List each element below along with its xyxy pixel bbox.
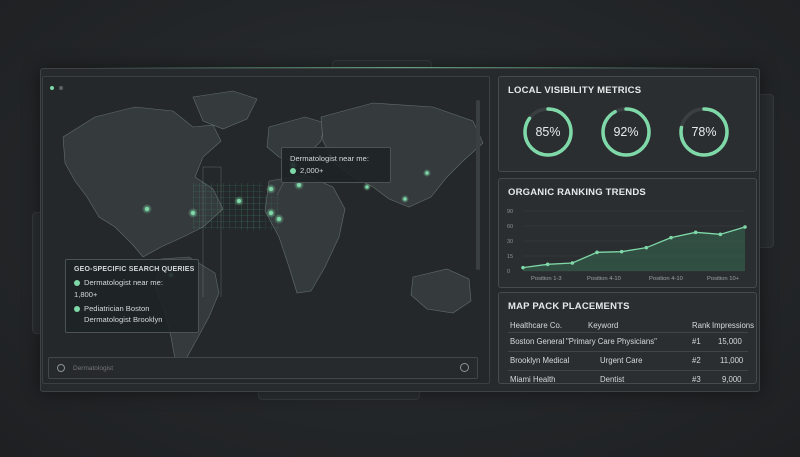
table-cell: "Primary Care Physicians": [566, 337, 657, 346]
continent-greenland: [192, 90, 258, 130]
table-cell: #1: [692, 337, 701, 346]
location-marker: [425, 171, 429, 175]
gauge-value: 92%: [613, 125, 639, 139]
pin-icon: [74, 306, 80, 312]
table-cell: #3: [692, 375, 701, 384]
table-cell: 9,000: [722, 375, 742, 384]
table-row[interactable]: Boston General "Primary Care Physicians"…: [508, 333, 748, 352]
location-marker: [277, 217, 281, 221]
gauge-1: 85%: [521, 105, 575, 159]
pin-icon: [74, 280, 80, 286]
data-point: [619, 249, 624, 254]
search-bar[interactable]: [48, 357, 478, 379]
x-tick-label: Position 10+: [707, 276, 740, 282]
data-point: [743, 225, 747, 229]
search-icon: [57, 364, 65, 372]
data-point: [570, 261, 575, 265]
ranking-chart: 90 60 30 15 0 Position 1-3 Position 4-10 Positi…: [507, 209, 747, 282]
visibility-title: LOCAL VISIBILITY METRICS: [508, 85, 642, 96]
table-cell: Boston General: [510, 337, 565, 346]
data-point: [595, 250, 599, 255]
location-marker: [145, 207, 149, 211]
y-tick-label: 90: [507, 209, 513, 215]
table-row[interactable]: Miami Health Dentist #3 9,000: [508, 371, 748, 389]
world-map: [62, 90, 484, 362]
table-cell: Miami Health: [510, 375, 556, 384]
col-header: Keyword: [588, 321, 619, 330]
map-pack-table: Healthcare Co. Keyword Rank Impressions …: [508, 317, 754, 389]
data-point: [669, 235, 673, 240]
x-tick-label: Position 4-10: [587, 276, 621, 282]
col-header: Rank: [692, 321, 711, 330]
map-scrollbar[interactable]: [476, 100, 480, 270]
geo-queries-panel[interactable]: GEO-SPECIFIC SEARCH QUERIES Dermatologis…: [65, 259, 199, 333]
tooltip-query: Dermatologist near me:: [290, 154, 369, 163]
table-cell: #2: [692, 356, 701, 365]
gauge-value: 85%: [535, 125, 561, 139]
table-cell: 11,000: [720, 356, 744, 365]
gauge-3: 78%: [677, 105, 731, 159]
pin-icon: [290, 168, 296, 174]
search-input[interactable]: [71, 361, 455, 375]
location-marker: [191, 211, 195, 215]
col-header: Healthcare Co.: [510, 321, 563, 330]
y-tick-label: 60: [507, 224, 513, 230]
x-tick-label: Position 4-10: [649, 276, 683, 282]
table-cell: Urgent Care: [600, 356, 643, 365]
query-label: Dermatologist Brooklyn: [84, 315, 163, 324]
continent-north-america: [62, 106, 224, 258]
data-point: [718, 232, 723, 237]
query-value: 1,800+: [74, 290, 98, 299]
data-point: [644, 245, 649, 250]
location-marker: [365, 185, 369, 189]
world-map-panel[interactable]: Dermatologist near me: 2,000+ GEO-SPECIF…: [42, 76, 490, 384]
x-tick-label: Position 1-3: [531, 276, 562, 282]
location-marker: [403, 197, 407, 201]
table-header: Healthcare Co. Keyword Rank Impressions: [508, 317, 754, 333]
location-marker: [297, 183, 301, 187]
gauge-2: 92%: [599, 105, 653, 159]
col-header: Impressions: [712, 321, 755, 330]
location-marker: [269, 211, 273, 215]
table-cell: 15,000: [718, 337, 742, 346]
table-row[interactable]: Brooklyn Medical Urgent Care #2 11,000: [508, 352, 748, 371]
location-marker: [269, 187, 273, 191]
target-icon[interactable]: [460, 363, 469, 372]
tooltip-count: 2,000+: [300, 166, 324, 175]
ranking-trends-card: ORGANIC RANKING TRENDS 90 60 30 15 0 Position…: [498, 178, 757, 288]
y-tick-label: 15: [507, 254, 513, 260]
table-cell: Brooklyn Medical: [510, 356, 570, 365]
continent-australia: [410, 268, 472, 314]
query-label: Dermatologist near me:: [84, 278, 163, 287]
continent-africa: [264, 174, 346, 294]
y-tick-label: 30: [507, 239, 513, 245]
query-label: Pediatrician Boston: [84, 304, 150, 313]
gauge-value: 78%: [691, 125, 717, 139]
data-point: [545, 262, 550, 267]
y-tick-label: 0: [507, 269, 510, 275]
location-marker: [237, 199, 241, 203]
geo-queries-title: GEO-SPECIFIC SEARCH QUERIES: [74, 266, 195, 273]
map-pack-card: MAP PACK PLACEMENTS Healthcare Co. Keywo…: [498, 292, 757, 384]
accent-glow-line: [90, 67, 720, 68]
visibility-card: LOCAL VISIBILITY METRICS 85% 92% 78%: [498, 76, 757, 172]
data-point: [693, 230, 698, 235]
map-pack-title: MAP PACK PLACEMENTS: [508, 301, 630, 312]
table-cell: Dentist: [600, 375, 625, 384]
data-point: [521, 265, 525, 270]
map-tooltip[interactable]: Dermatologist near me: 2,000+: [281, 147, 391, 183]
